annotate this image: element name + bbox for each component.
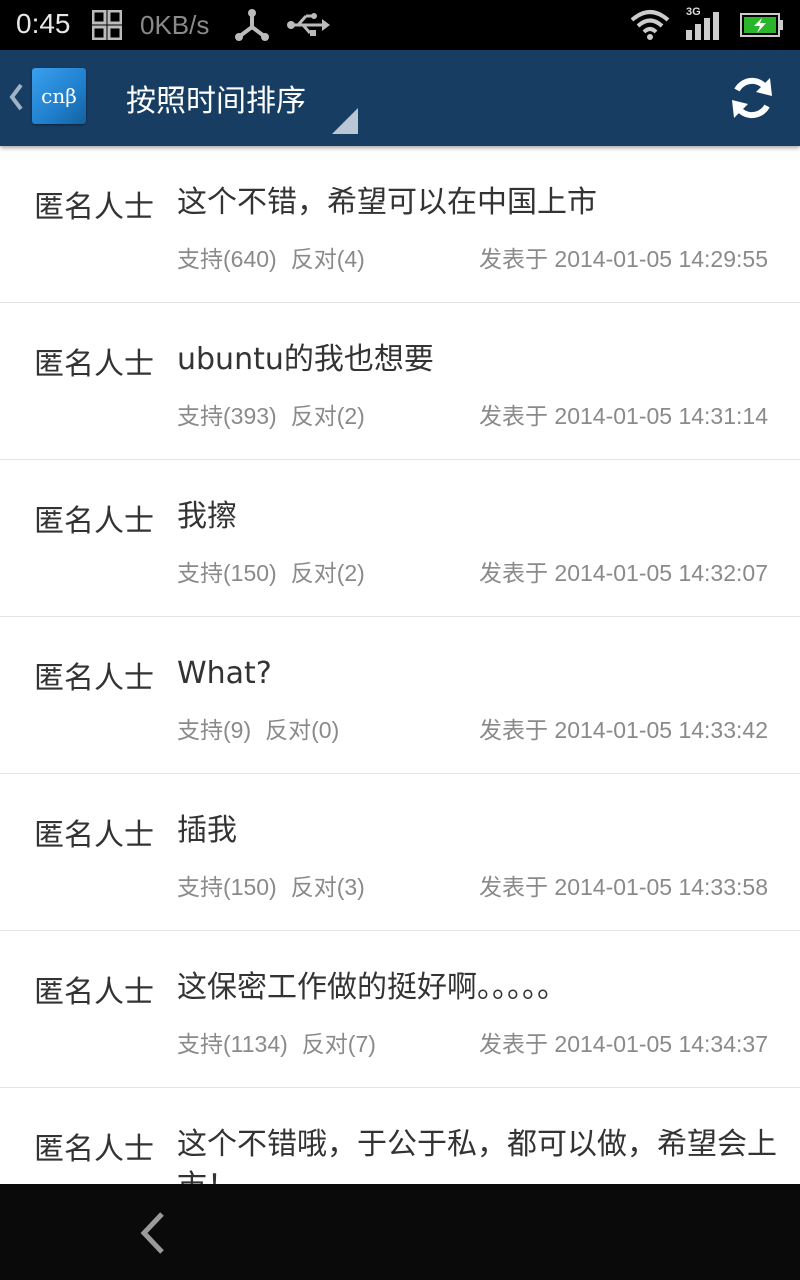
dropdown-triangle-icon[interactable] (332, 108, 358, 134)
oppose-count[interactable]: 反对(0) (265, 717, 339, 743)
comment-content: 我擦 (177, 499, 237, 534)
chevron-left-icon[interactable] (8, 82, 24, 112)
share-icon (235, 9, 269, 41)
comment-item[interactable]: 匿名人士 插我 支持(150) 反对(3) 发表于 2014-01-05 14:3… (0, 774, 800, 931)
network-type: 3G (686, 6, 701, 18)
comment-item[interactable]: 匿名人士 这个不错哦，于公于私，都可以做，希望会上市！ (0, 1088, 800, 1184)
usb-icon (287, 13, 330, 36)
support-count[interactable]: 支持(640) (177, 246, 277, 272)
comment-content: 这个不错，希望可以在中国上市 (177, 185, 597, 220)
comment-votes: 支持(9) 反对(0) (177, 711, 353, 745)
wifi-icon (630, 10, 670, 40)
comment-item[interactable]: 匿名人士 ubuntu的我也想要 支持(393) 反对(2) 发表于 2014-0… (0, 303, 800, 460)
comment-content: 这保密工作做的挺好啊。。。。。 (177, 970, 567, 1005)
comment-author: 匿名人士 (34, 661, 154, 696)
back-arrow-icon[interactable] (136, 1210, 170, 1256)
comment-content: ubuntu的我也想要 (177, 342, 434, 377)
comment-item[interactable]: 匿名人士 What? 支持(9) 反对(0) 发表于 2014-01-05 14:… (0, 617, 800, 774)
comment-votes: 支持(1134) 反对(7) (177, 1025, 390, 1059)
comment-author: 匿名人士 (34, 975, 154, 1010)
comment-author: 匿名人士 (34, 818, 154, 853)
comment-item[interactable]: 匿名人士 这保密工作做的挺好啊。。。。。 支持(1134) 反对(7) 发表于 2… (0, 931, 800, 1088)
comment-content: 插我 (177, 813, 237, 848)
comment-timestamp: 发表于 2014-01-05 14:33:58 (479, 874, 768, 900)
navigation-bar (0, 1184, 800, 1280)
support-count[interactable]: 支持(150) (177, 874, 277, 900)
oppose-count[interactable]: 反对(2) (291, 560, 365, 586)
refresh-icon[interactable] (726, 72, 778, 124)
comment-author: 匿名人士 (34, 1132, 154, 1167)
comment-timestamp: 发表于 2014-01-05 14:34:37 (479, 1031, 768, 1057)
comment-list[interactable]: 匿名人士 这个不错，希望可以在中国上市 支持(640) 反对(4) 发表于 201… (0, 146, 800, 1184)
support-count[interactable]: 支持(393) (177, 403, 277, 429)
app-logo-text: cnβ (41, 84, 77, 108)
comment-votes: 支持(640) 反对(4) (177, 240, 379, 274)
comment-timestamp: 发表于 2014-01-05 14:32:07 (479, 560, 768, 586)
comment-timestamp: 发表于 2014-01-05 14:31:14 (479, 403, 768, 429)
oppose-count[interactable]: 反对(2) (291, 403, 365, 429)
network-speed: 0KB/s (140, 10, 210, 40)
comment-item[interactable]: 匿名人士 我擦 支持(150) 反对(2) 发表于 2014-01-05 14:3… (0, 460, 800, 617)
comment-timestamp: 发表于 2014-01-05 14:29:55 (479, 246, 768, 272)
comment-author: 匿名人士 (34, 504, 154, 539)
comment-content: What? (177, 656, 272, 691)
support-count[interactable]: 支持(1134) (177, 1031, 288, 1057)
comment-timestamp: 发表于 2014-01-05 14:33:42 (479, 717, 768, 743)
support-count[interactable]: 支持(150) (177, 560, 277, 586)
action-bar: cnβ 按照时间排序 (0, 50, 800, 146)
comment-votes: 支持(393) 反对(2) (177, 397, 379, 431)
oppose-count[interactable]: 反对(7) (302, 1031, 376, 1057)
battery-charging-icon (740, 13, 783, 37)
sort-selector-title[interactable]: 按照时间排序 (126, 76, 306, 120)
comment-votes: 支持(150) 反对(3) (177, 868, 379, 902)
oppose-count[interactable]: 反对(4) (291, 246, 365, 272)
comment-author: 匿名人士 (34, 347, 154, 382)
support-count[interactable]: 支持(9) (177, 717, 251, 743)
status-bar: 0:45 0KB/s 3G (0, 0, 800, 50)
status-time: 0:45 (16, 8, 71, 39)
comment-votes: 支持(150) 反对(2) (177, 554, 379, 588)
grid-icon (92, 10, 122, 40)
oppose-count[interactable]: 反对(3) (291, 874, 365, 900)
comment-author: 匿名人士 (34, 190, 154, 225)
comment-content: 这个不错哦，于公于私，都可以做，希望会上市！ (177, 1127, 777, 1184)
app-logo[interactable]: cnβ (32, 68, 86, 124)
comment-item[interactable]: 匿名人士 这个不错，希望可以在中国上市 支持(640) 反对(4) 发表于 201… (0, 146, 800, 303)
